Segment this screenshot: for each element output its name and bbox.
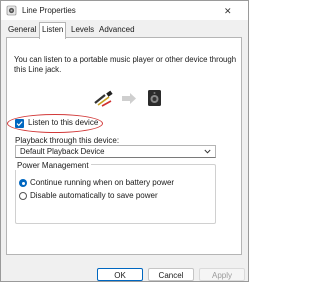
title-bar: Line Properties ✕ (1, 1, 248, 20)
playback-device-value: Default Playback Device (20, 147, 105, 156)
listen-panel: You can listen to a portable music playe… (6, 37, 242, 255)
ok-button[interactable]: OK (97, 268, 143, 281)
speaker-device-icon (148, 90, 161, 106)
chevron-down-icon (204, 149, 211, 154)
listen-description: You can listen to a portable music playe… (14, 55, 237, 74)
listen-checkbox-label: Listen to this device (28, 118, 99, 127)
listen-checkbox[interactable] (15, 119, 24, 128)
radio-continue-label: Continue running when on battery power (30, 178, 175, 187)
line-properties-dialog: Line Properties ✕ General Listen Levels … (0, 0, 249, 282)
radio-continue-running[interactable] (19, 179, 27, 187)
playback-label: Playback through this device: (15, 136, 120, 145)
radio-disable-label: Disable automatically to save power (30, 191, 158, 200)
window-title: Line Properties (22, 6, 76, 15)
line-cable-icon (94, 90, 113, 107)
arrow-right-icon (122, 93, 136, 104)
tab-general[interactable]: General (6, 23, 39, 37)
power-management-title: Power Management (15, 161, 91, 170)
device-illustration (94, 90, 161, 107)
apply-button[interactable]: Apply (199, 268, 245, 281)
checkmark-icon (16, 121, 23, 127)
tab-levels[interactable]: Levels (69, 23, 97, 37)
radio-disable-automatically[interactable] (19, 192, 27, 200)
tab-listen[interactable]: Listen (39, 22, 67, 39)
cancel-button[interactable]: Cancel (148, 268, 194, 281)
speaker-app-icon (6, 5, 17, 16)
tab-advanced[interactable]: Advanced (97, 23, 137, 37)
playback-device-select[interactable]: Default Playback Device (15, 145, 216, 158)
close-icon[interactable]: ✕ (224, 6, 232, 17)
